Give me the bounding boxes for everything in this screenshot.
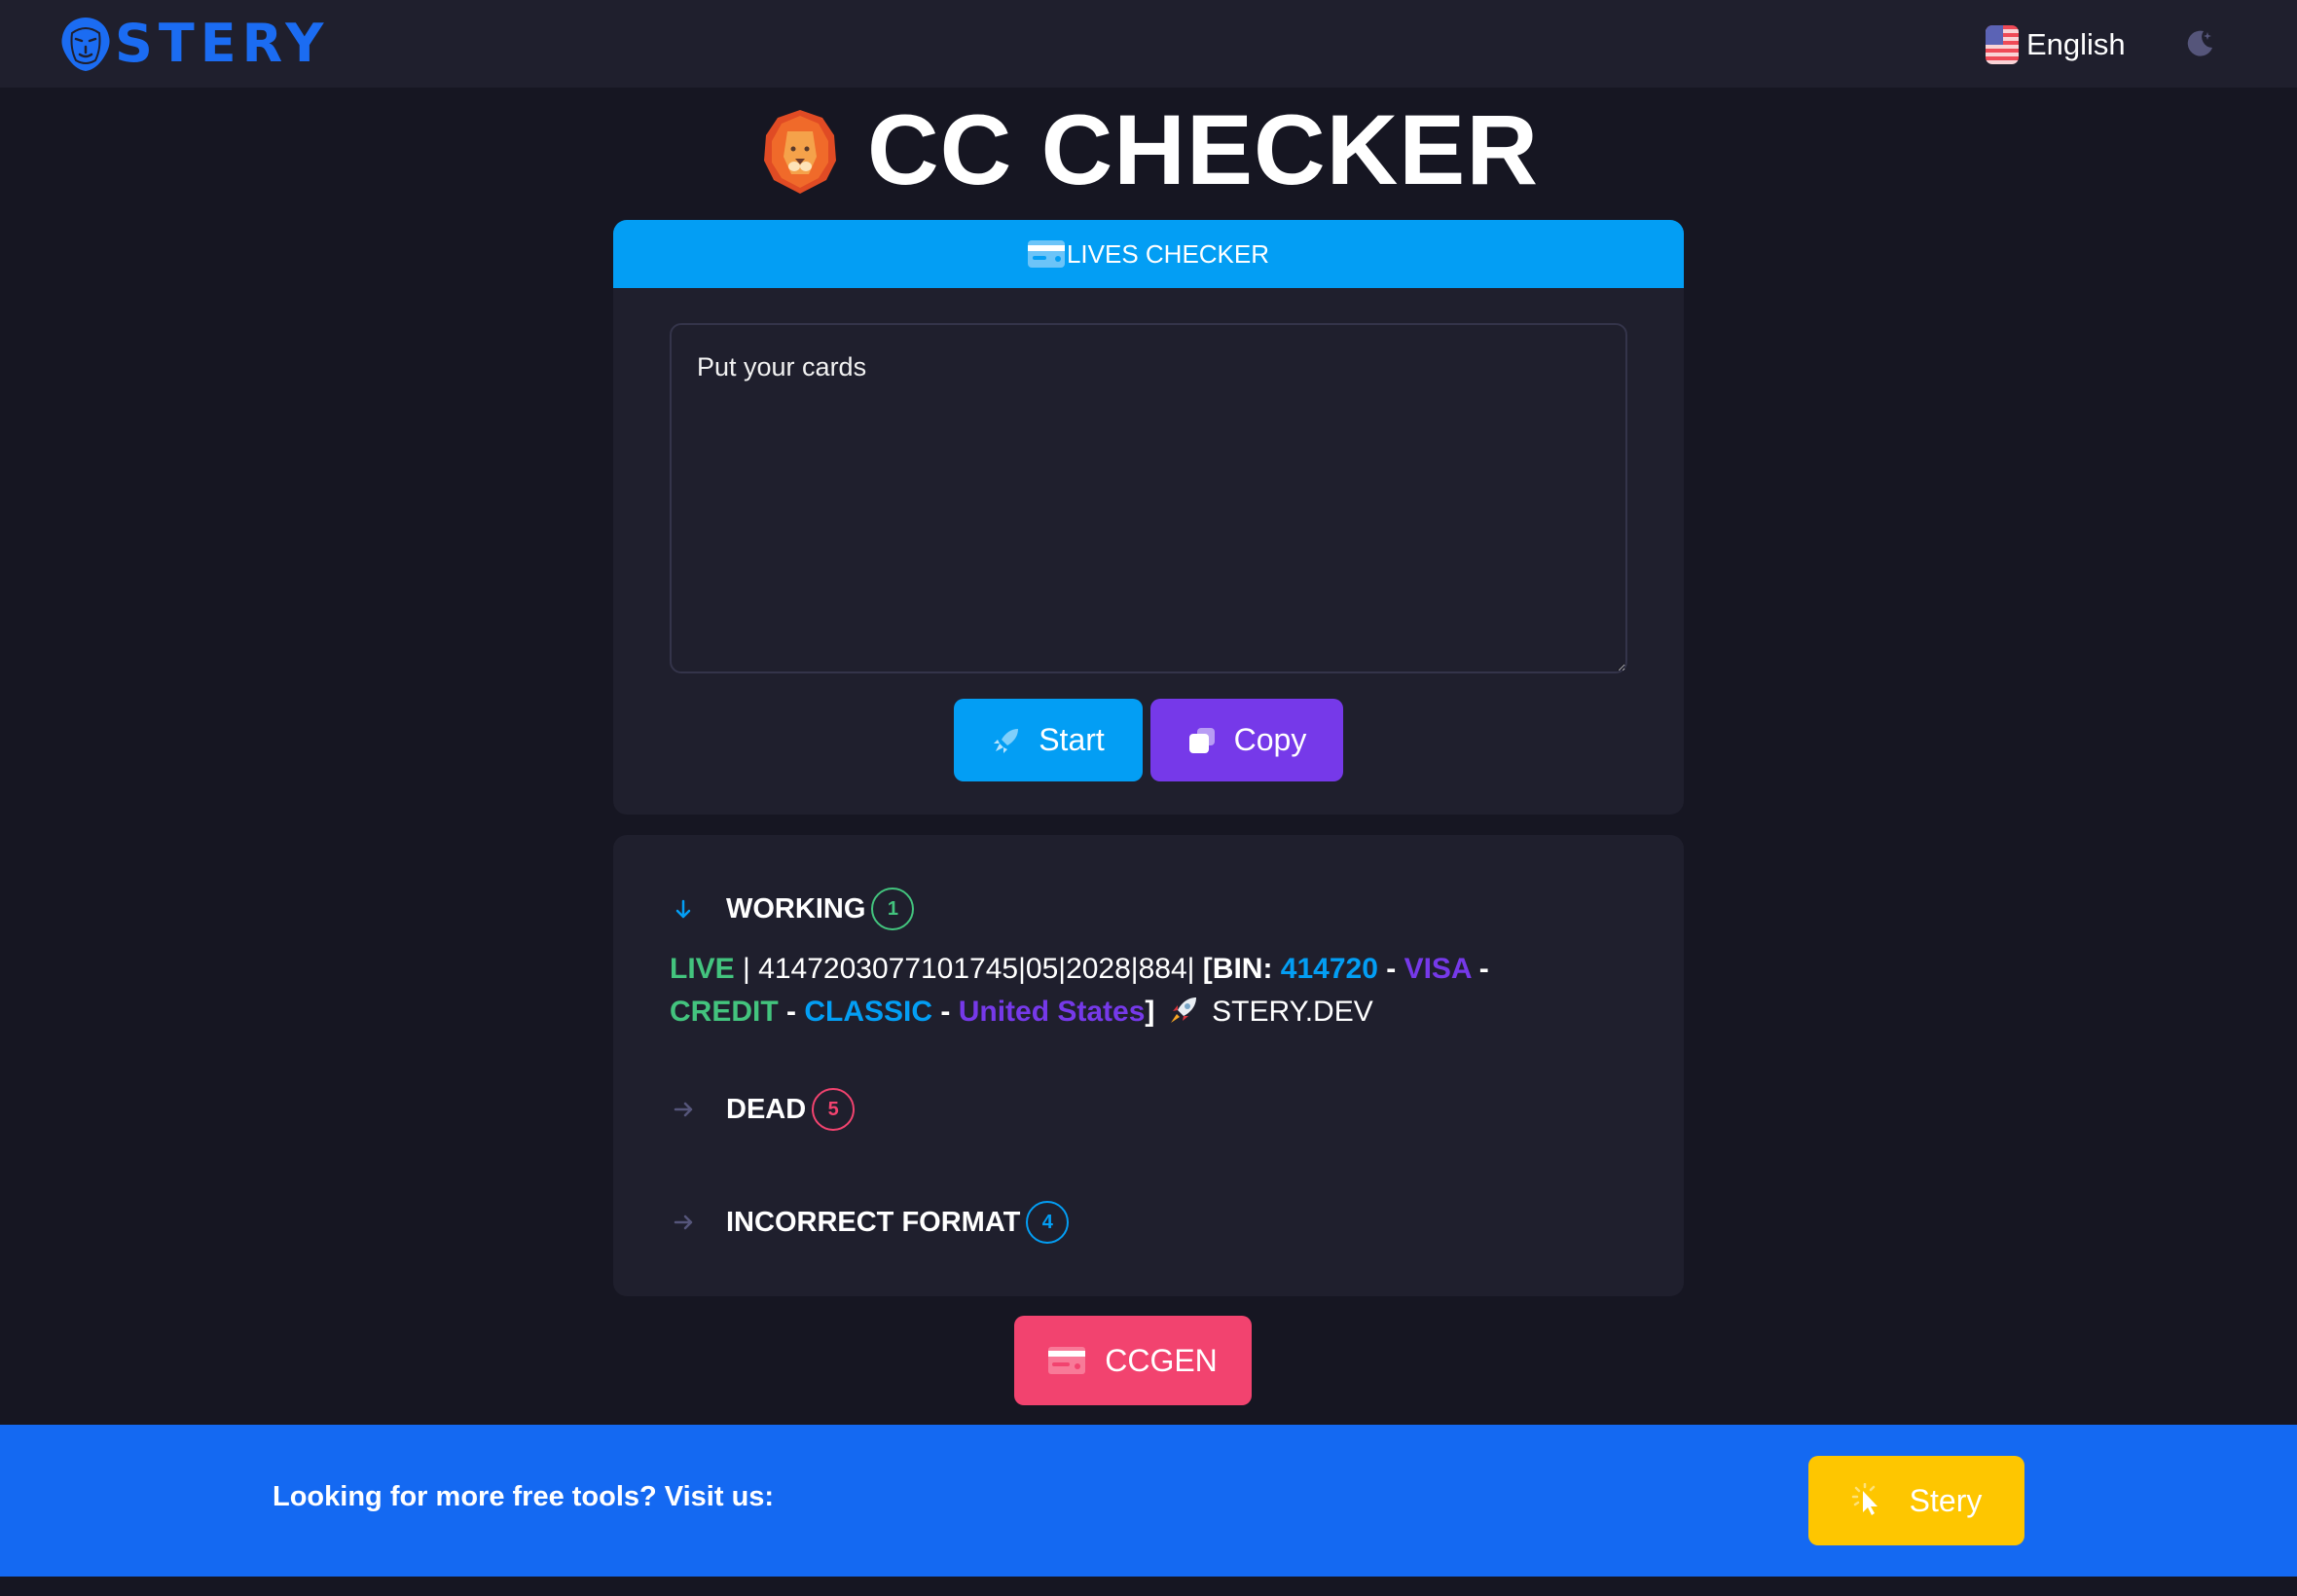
credit-card-icon <box>1027 240 1065 268</box>
card-country: United States <box>958 996 1146 1028</box>
cursor-click-icon <box>1851 1483 1878 1515</box>
dead-label: DEAD <box>726 1093 807 1125</box>
card-header-title: LIVES CHECKER <box>1066 238 1270 269</box>
credit-card-icon <box>1048 1347 1086 1374</box>
separator: - <box>932 996 959 1028</box>
rocket-emoji-icon <box>1170 998 1196 1023</box>
rocket-icon <box>994 728 1019 753</box>
stery-label: Stery <box>1909 1482 1983 1518</box>
dead-section-toggle[interactable]: DEAD 5 <box>670 1088 856 1131</box>
moon-icon[interactable] <box>2184 27 2215 58</box>
card-header: LIVES CHECKER <box>613 220 1684 288</box>
results-card: WORKING 1 LIVE | 4147203077101745|05|202… <box>613 835 1684 1296</box>
live-result-entry: LIVE | 4147203077101745|05|2028|884| [BI… <box>670 948 1643 1034</box>
footer-banner: Looking for more free tools? Visit us: S… <box>0 1425 2297 1577</box>
top-navbar: STERY English <box>0 0 2297 88</box>
brand-logo[interactable]: STERY <box>58 16 329 72</box>
start-button[interactable]: Start <box>954 699 1143 781</box>
arrow-down-icon <box>675 899 691 919</box>
arrow-right-icon <box>674 1102 693 1117</box>
separator: - <box>1377 953 1404 985</box>
dead-count-badge: 5 <box>812 1088 856 1131</box>
card-level: CLASSIC <box>804 996 933 1028</box>
language-label: English <box>2026 27 2126 61</box>
separator: - <box>1471 953 1489 985</box>
language-selector[interactable]: English <box>1986 25 2126 64</box>
lion-logo-icon <box>61 18 110 71</box>
incorrect-format-section-toggle[interactable]: INCORRECT FORMAT 4 <box>670 1201 1070 1244</box>
copy-icon <box>1188 727 1215 753</box>
bin-prefix: [BIN: <box>1194 953 1281 985</box>
lion-emoji-icon <box>763 109 836 194</box>
separator: - <box>778 996 805 1028</box>
footer-text: Looking for more free tools? Visit us: <box>273 1481 775 1512</box>
card-brand: VISA <box>1404 953 1472 985</box>
start-label: Start <box>1039 722 1105 757</box>
page-title-text: CC CHECKER <box>866 94 1540 205</box>
stery-link-button[interactable]: Stery <box>1808 1456 2024 1545</box>
working-count-badge: 1 <box>871 888 915 930</box>
ccgen-label: CCGEN <box>1105 1342 1218 1378</box>
working-label: WORKING <box>726 892 866 925</box>
live-status: LIVE <box>670 953 735 985</box>
copy-label: Copy <box>1233 722 1307 757</box>
incorrect-format-label: INCORRECT FORMAT <box>726 1206 1021 1238</box>
card-type: CREDIT <box>670 996 779 1028</box>
page-title: CC CHECKER <box>0 93 2297 207</box>
arrow-right-icon <box>674 1215 693 1230</box>
lives-checker-card: LIVES CHECKER Start Copy <box>613 220 1684 815</box>
card-data: 4147203077101745|05|2028|884| <box>758 953 1195 985</box>
working-section-toggle[interactable]: WORKING 1 <box>670 888 915 930</box>
cards-input[interactable] <box>670 323 1627 673</box>
bracket-close: ] <box>1145 996 1155 1028</box>
incorrect-count-badge: 4 <box>1026 1201 1070 1244</box>
tag-text: STERY.DEV <box>1212 996 1373 1028</box>
ccgen-button[interactable]: CCGEN <box>1014 1316 1252 1405</box>
us-flag-icon <box>1986 25 2019 64</box>
copy-button[interactable]: Copy <box>1150 699 1343 781</box>
brand-name: STERY <box>115 13 330 74</box>
separator: | <box>734 953 759 985</box>
bin-number: 414720 <box>1280 953 1378 985</box>
